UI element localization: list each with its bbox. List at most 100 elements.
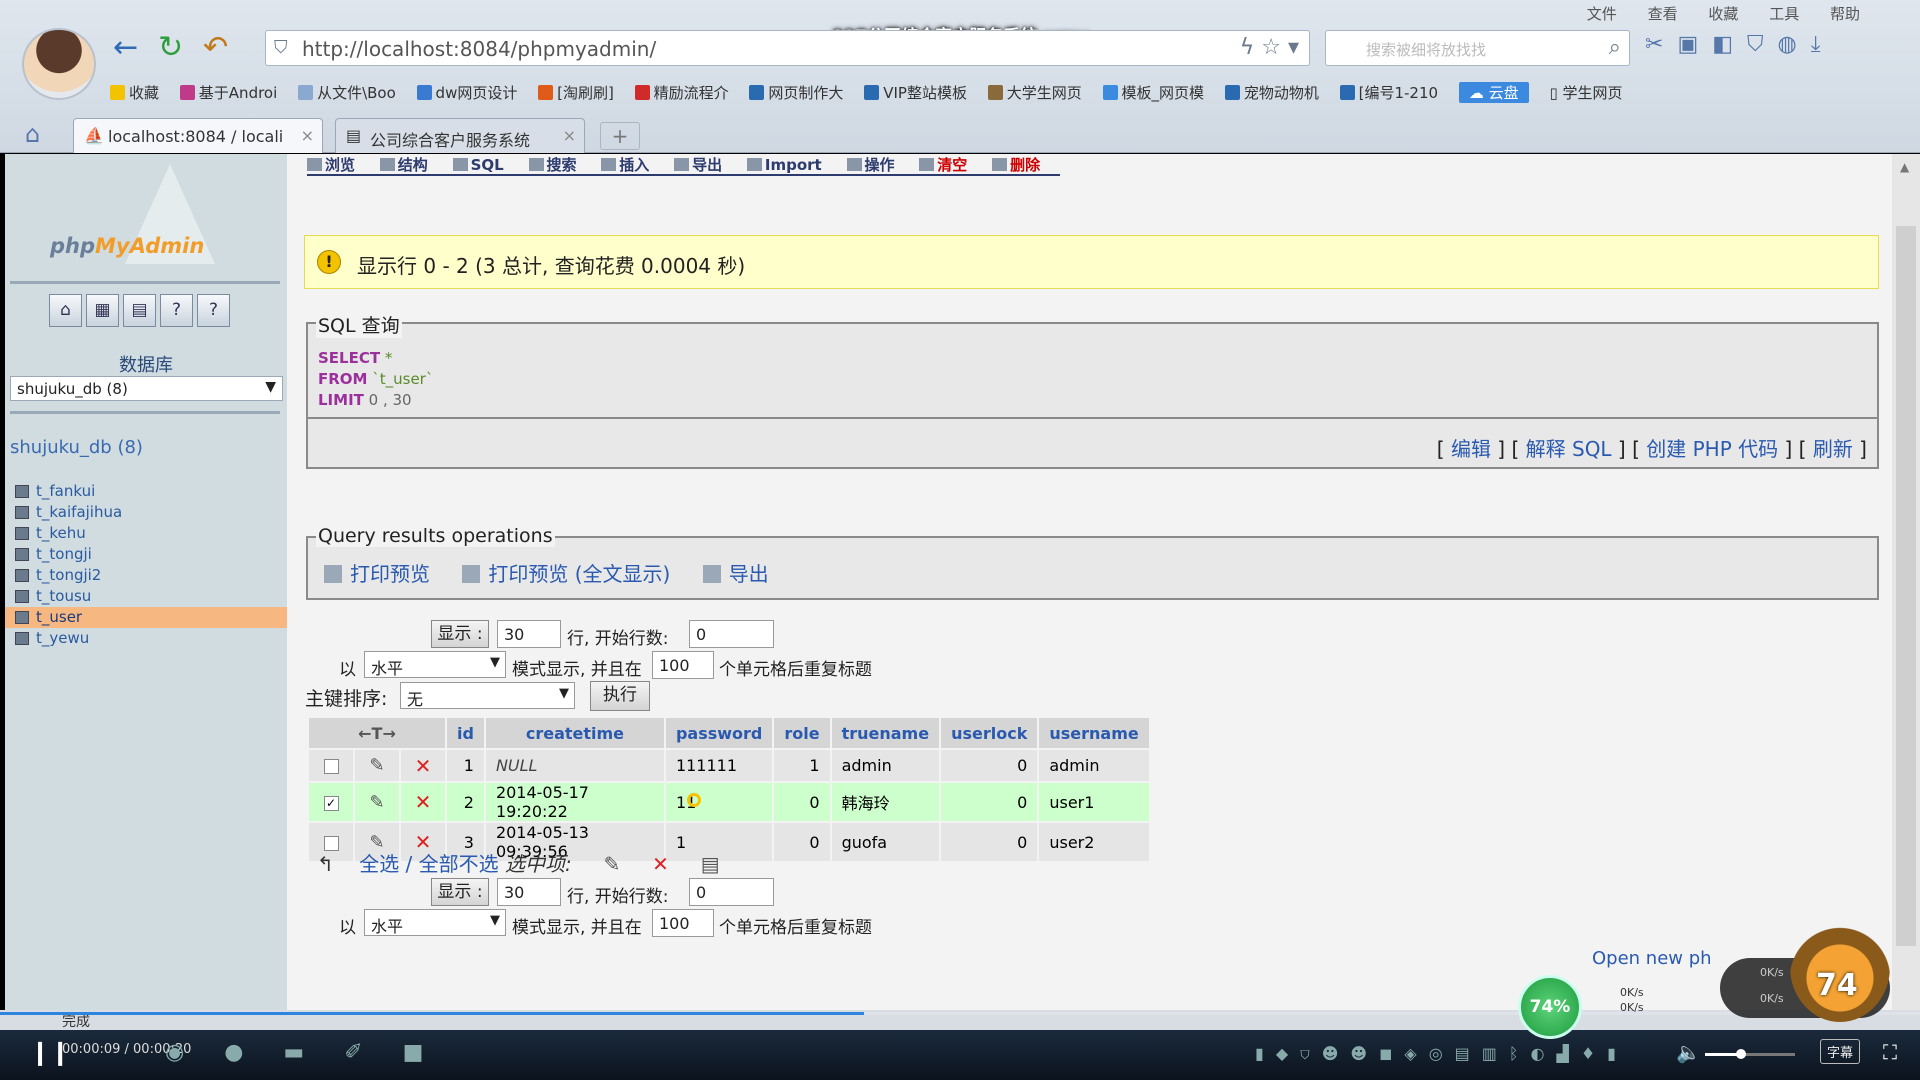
- home-icon[interactable]: ⌂: [25, 120, 40, 148]
- user-icon[interactable]: ☻: [1350, 1044, 1379, 1063]
- table-item-t_kehu[interactable]: t_kehu: [5, 523, 287, 544]
- lightning-icon[interactable]: ϟ: [1240, 35, 1255, 60]
- address-bar[interactable]: ⛉ http://localhost:8084/phpmyadmin/ ϟ ☆ …: [265, 30, 1310, 66]
- tab-search[interactable]: 搜索: [528, 154, 577, 175]
- column-header-username[interactable]: username: [1039, 718, 1149, 748]
- home-icon[interactable]: ⌂: [49, 294, 82, 327]
- tab-insert[interactable]: 插入: [601, 154, 649, 175]
- window-icon[interactable]: ▣: [1677, 32, 1712, 57]
- scroll-up-arrow-icon[interactable]: ▲: [1900, 160, 1909, 174]
- print-view-link[interactable]: 打印预览: [324, 558, 430, 587]
- refresh-link[interactable]: 刷新: [1813, 437, 1853, 461]
- edit-pencil-icon[interactable]: ✎: [604, 852, 621, 876]
- open-new-window-link[interactable]: Open new ph: [1592, 948, 1712, 969]
- bookmark-item[interactable]: 从文件\Boo: [298, 82, 396, 103]
- star-icon[interactable]: ☆: [1261, 35, 1281, 60]
- bookmark-item[interactable]: VIP整站模板: [864, 82, 967, 103]
- table-item-t_tousu[interactable]: t_tousu: [5, 586, 287, 607]
- phpmyadmin-logo[interactable]: phpMyAdmin: [50, 234, 204, 258]
- query-window-icon[interactable]: ▦: [86, 294, 119, 327]
- undo-icon[interactable]: ↶: [203, 30, 228, 66]
- tray-icon[interactable]: ♦: [1581, 1044, 1607, 1063]
- bookmark-item[interactable]: ▯ 学生网页: [1549, 82, 1622, 103]
- menu-favorites[interactable]: 收藏: [1708, 5, 1738, 23]
- column-header-truename[interactable]: truename: [831, 718, 940, 748]
- table-icon[interactable]: [15, 611, 29, 624]
- table-icon[interactable]: [15, 548, 29, 561]
- start-row-input-bottom[interactable]: 0: [689, 878, 774, 906]
- mysql-docs-icon[interactable]: ?: [197, 294, 230, 327]
- tray-icon[interactable]: ▮: [1607, 1044, 1628, 1063]
- delete-x-icon[interactable]: ✕: [401, 750, 445, 781]
- sort-select[interactable]: 无 ▼: [400, 682, 575, 709]
- column-header-role[interactable]: role: [774, 718, 830, 748]
- bookmark-item[interactable]: [编号1-210: [1339, 82, 1438, 103]
- subtitle-button[interactable]: 字幕: [1820, 1039, 1861, 1064]
- globe-icon[interactable]: ◍: [1778, 32, 1811, 57]
- column-header-id[interactable]: id: [447, 718, 484, 748]
- print-view-full-link[interactable]: 打印预览 (全文显示): [462, 558, 670, 587]
- table-icon[interactable]: [15, 632, 29, 645]
- column-header-password[interactable]: password: [665, 718, 773, 748]
- app-icon[interactable]: ◉: [165, 1040, 224, 1065]
- table-item-t_user[interactable]: t_user: [5, 607, 287, 628]
- table-icon[interactable]: [15, 569, 29, 582]
- start-row-input[interactable]: 0: [689, 620, 774, 648]
- rows-input-bottom[interactable]: 30: [497, 878, 561, 906]
- address-url[interactable]: http://localhost:8084/phpmyadmin/: [302, 37, 656, 61]
- docs-icon[interactable]: ?: [160, 294, 193, 327]
- check-all-link[interactable]: 全选: [359, 852, 399, 876]
- bookmark-item[interactable]: 收藏: [110, 82, 159, 103]
- delete-x-icon[interactable]: ✕: [652, 852, 669, 876]
- tab-structure[interactable]: 结构: [379, 154, 428, 175]
- bookmark-item[interactable]: [淘刷刷]: [538, 82, 614, 103]
- app-icon[interactable]: ■: [403, 1040, 464, 1065]
- rooster-pet-icon[interactable]: [1790, 912, 1890, 1022]
- tray-icon[interactable]: ◎: [1429, 1044, 1455, 1063]
- tray-icon[interactable]: ◆: [1276, 1044, 1300, 1063]
- globe-icon[interactable]: ●: [224, 1040, 283, 1065]
- display-mode-select[interactable]: 水平 ▼: [364, 651, 506, 678]
- row-checkbox[interactable]: [309, 750, 353, 781]
- tab-import[interactable]: Import: [746, 156, 822, 174]
- delete-x-icon[interactable]: ✕: [401, 783, 445, 821]
- search-input[interactable]: 搜索被细将放找找: [1366, 39, 1486, 60]
- user-avatar[interactable]: [22, 28, 96, 100]
- sql-icon[interactable]: ▤: [123, 294, 156, 327]
- tray-icon[interactable]: ◐: [1531, 1044, 1557, 1063]
- menu-tools[interactable]: 工具: [1769, 5, 1799, 23]
- explain-sql-link[interactable]: 解释 SQL: [1526, 437, 1612, 461]
- show-button[interactable]: 显示 :: [431, 620, 489, 648]
- checkbox-checked[interactable]: ✓: [323, 795, 339, 811]
- tab-empty[interactable]: 清空: [919, 154, 967, 175]
- bookmark-item[interactable]: 基于Androi: [179, 82, 277, 103]
- tray-icon[interactable]: ◼: [1379, 1044, 1404, 1063]
- menu-help[interactable]: 帮助: [1830, 5, 1860, 23]
- tray-icon[interactable]: ▮: [1255, 1044, 1276, 1063]
- bookmark-item[interactable]: 宠物动物机: [1224, 82, 1319, 103]
- tray-icon[interactable]: ◈: [1404, 1044, 1428, 1063]
- tab-operations[interactable]: 操作: [846, 154, 895, 175]
- tab-sql[interactable]: SQL: [452, 156, 504, 174]
- display-mode-select-bottom[interactable]: 水平 ▼: [364, 909, 506, 936]
- search-icon[interactable]: ⌕: [1609, 35, 1621, 60]
- execute-button[interactable]: 执行: [590, 681, 650, 711]
- signal-icon[interactable]: ▟: [1557, 1044, 1581, 1063]
- chevron-down-icon[interactable]: ▾: [1288, 35, 1299, 60]
- close-icon[interactable]: ×: [301, 126, 314, 145]
- cloud-drive-button[interactable]: ☁ 云盘: [1458, 82, 1529, 103]
- bookmark-item[interactable]: 精励流程介: [634, 82, 729, 103]
- shield-plus-icon[interactable]: ⛉: [1747, 32, 1778, 57]
- vertical-scrollbar[interactable]: ▲: [1892, 154, 1920, 1010]
- menu-file[interactable]: 文件: [1587, 5, 1617, 23]
- refresh-icon[interactable]: ↻: [158, 30, 183, 66]
- table-row[interactable]: ✓ ✎ ✕ 2 2014-05-17 19:20:22 11 0 韩海玲 0 u…: [309, 783, 1149, 821]
- shield-icon[interactable]: ⛉: [1300, 1044, 1322, 1063]
- volume-slider[interactable]: [1705, 1049, 1795, 1059]
- rows-input[interactable]: 30: [497, 620, 561, 648]
- export-icon[interactable]: ▤: [701, 852, 720, 876]
- close-icon[interactable]: ×: [563, 126, 576, 145]
- edit-pencil-icon[interactable]: ✎: [355, 783, 399, 821]
- tool-icon[interactable]: ✐: [344, 1040, 402, 1065]
- table-item-t_yewu[interactable]: t_yewu: [5, 628, 287, 649]
